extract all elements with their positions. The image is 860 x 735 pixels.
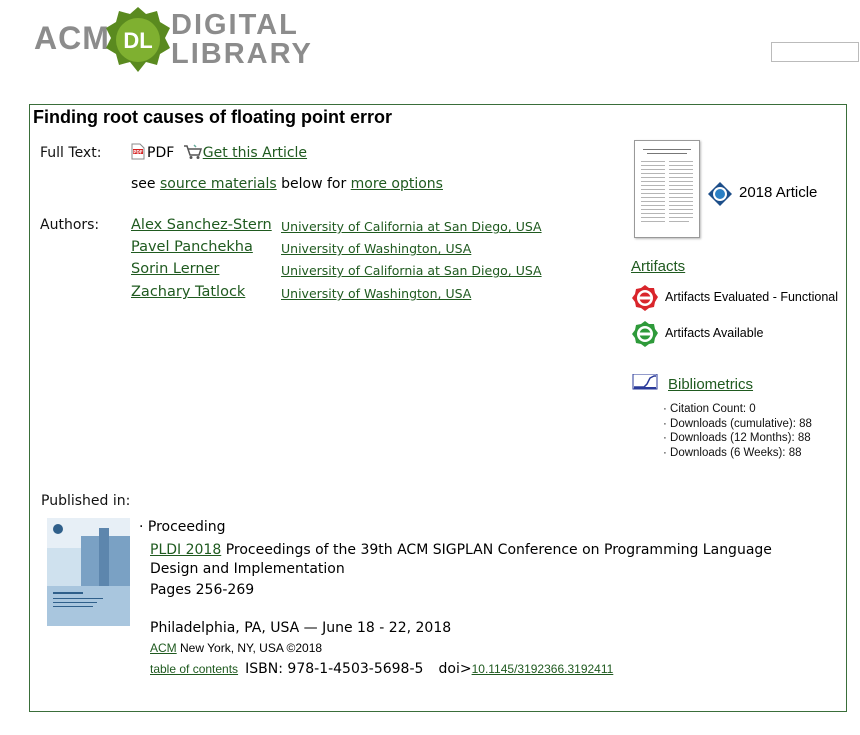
stat-downloads-cumulative: · Downloads (cumulative): 88 bbox=[663, 417, 812, 430]
logo-digital-text: DIGITAL bbox=[171, 9, 299, 41]
doi-link[interactable]: 10.1145/3192366.3192411 bbox=[472, 662, 614, 676]
artifacts-available-text: Artifacts Available bbox=[665, 326, 764, 340]
article-year: 2018 Article bbox=[739, 184, 818, 201]
more-options-link[interactable]: more options bbox=[351, 176, 443, 192]
pages: Pages 256-269 bbox=[150, 582, 255, 598]
logo-acm-text: ACM bbox=[34, 20, 110, 56]
logo-dl-text: DL bbox=[123, 28, 152, 53]
see-text: see bbox=[131, 176, 156, 192]
full-text-label: Full Text: bbox=[40, 145, 102, 161]
artifacts-evaluated-badge-icon[interactable] bbox=[631, 284, 659, 312]
stat-downloads-6-weeks: · Downloads (6 Weeks): 88 bbox=[663, 446, 802, 459]
conference-location: Philadelphia, PA, USA — June 18 - 22, 20… bbox=[150, 620, 452, 636]
affiliation-link[interactable]: University of California at San Diego, U… bbox=[281, 263, 542, 278]
stat-citation-count: · Citation Count: 0 bbox=[663, 403, 756, 415]
conference-title-line1: Proceedings of the 39th ACM SIGPLAN Conf… bbox=[225, 542, 772, 558]
isbn: ISBN: 978-1-4503-5698-5 bbox=[245, 661, 424, 677]
below-for-text: below for bbox=[281, 176, 347, 192]
publisher-line: ACM New York, NY, USA ©2018 bbox=[150, 641, 322, 655]
publication-type: · Proceeding bbox=[139, 519, 226, 535]
shopping-cart-icon[interactable] bbox=[183, 144, 203, 160]
pdf-icon[interactable]: PDF bbox=[131, 143, 145, 160]
search-input[interactable] bbox=[771, 42, 859, 62]
doi-label: doi> bbox=[438, 661, 472, 677]
artifacts-available-badge-icon[interactable] bbox=[631, 320, 659, 348]
source-materials-link[interactable]: source materials bbox=[160, 176, 277, 192]
affiliation-link[interactable]: University of California at San Diego, U… bbox=[281, 219, 542, 234]
publisher-rest: New York, NY, USA ©2018 bbox=[180, 641, 323, 655]
pdf-link[interactable]: PDF bbox=[147, 145, 174, 161]
author-link[interactable]: Pavel Panchekha bbox=[131, 239, 253, 255]
table-of-contents-link[interactable]: table of contents bbox=[150, 662, 238, 676]
affiliation-link[interactable]: University of Washington, USA bbox=[281, 286, 471, 301]
proceedings-cover-image[interactable] bbox=[47, 518, 130, 626]
acm-dl-logo[interactable]: ACM DL DIGITAL LIBRARY bbox=[32, 4, 332, 74]
bibliometrics-stats: · Citation Count: 0 · Downloads (cumulat… bbox=[663, 402, 812, 460]
author-link[interactable]: Zachary Tatlock bbox=[131, 284, 245, 300]
acm-award-icon bbox=[707, 181, 733, 207]
author-link[interactable]: Alex Sanchez-Stern bbox=[131, 217, 272, 233]
artifacts-evaluated-text: Artifacts Evaluated - Functional bbox=[665, 290, 838, 304]
published-in-label: Published in: bbox=[41, 493, 131, 509]
source-materials-line: see source materials below for more opti… bbox=[131, 176, 443, 192]
bibliometrics-link[interactable]: Bibliometrics bbox=[668, 376, 753, 393]
affiliation-link[interactable]: University of Washington, USA bbox=[281, 241, 471, 256]
article-thumbnail[interactable] bbox=[634, 140, 700, 238]
bibliometrics-chart-icon bbox=[632, 373, 658, 390]
author-link[interactable]: Sorin Lerner bbox=[131, 261, 219, 277]
stat-downloads-12-months: · Downloads (12 Months): 88 bbox=[663, 432, 811, 444]
full-text-links: PDF PDF Get this Article bbox=[131, 143, 307, 161]
authors-label: Authors: bbox=[40, 217, 100, 233]
dl-badge-icon: DL bbox=[106, 7, 170, 72]
isbn-doi-line: table of contents ISBN: 978-1-4503-5698-… bbox=[150, 658, 613, 677]
get-article-link[interactable]: Get this Article bbox=[203, 145, 307, 161]
artifacts-link[interactable]: Artifacts bbox=[631, 258, 685, 275]
conference-link[interactable]: PLDI 2018 bbox=[150, 542, 221, 558]
conference-title: PLDI 2018 Proceedings of the 39th ACM SI… bbox=[150, 541, 830, 579]
publisher-link[interactable]: ACM bbox=[150, 641, 177, 655]
conference-title-line2: Design and Implementation bbox=[150, 561, 345, 577]
logo-library-text: LIBRARY bbox=[171, 38, 313, 70]
article-title: Finding root causes of floating point er… bbox=[33, 107, 392, 127]
svg-text:PDF: PDF bbox=[133, 149, 143, 154]
